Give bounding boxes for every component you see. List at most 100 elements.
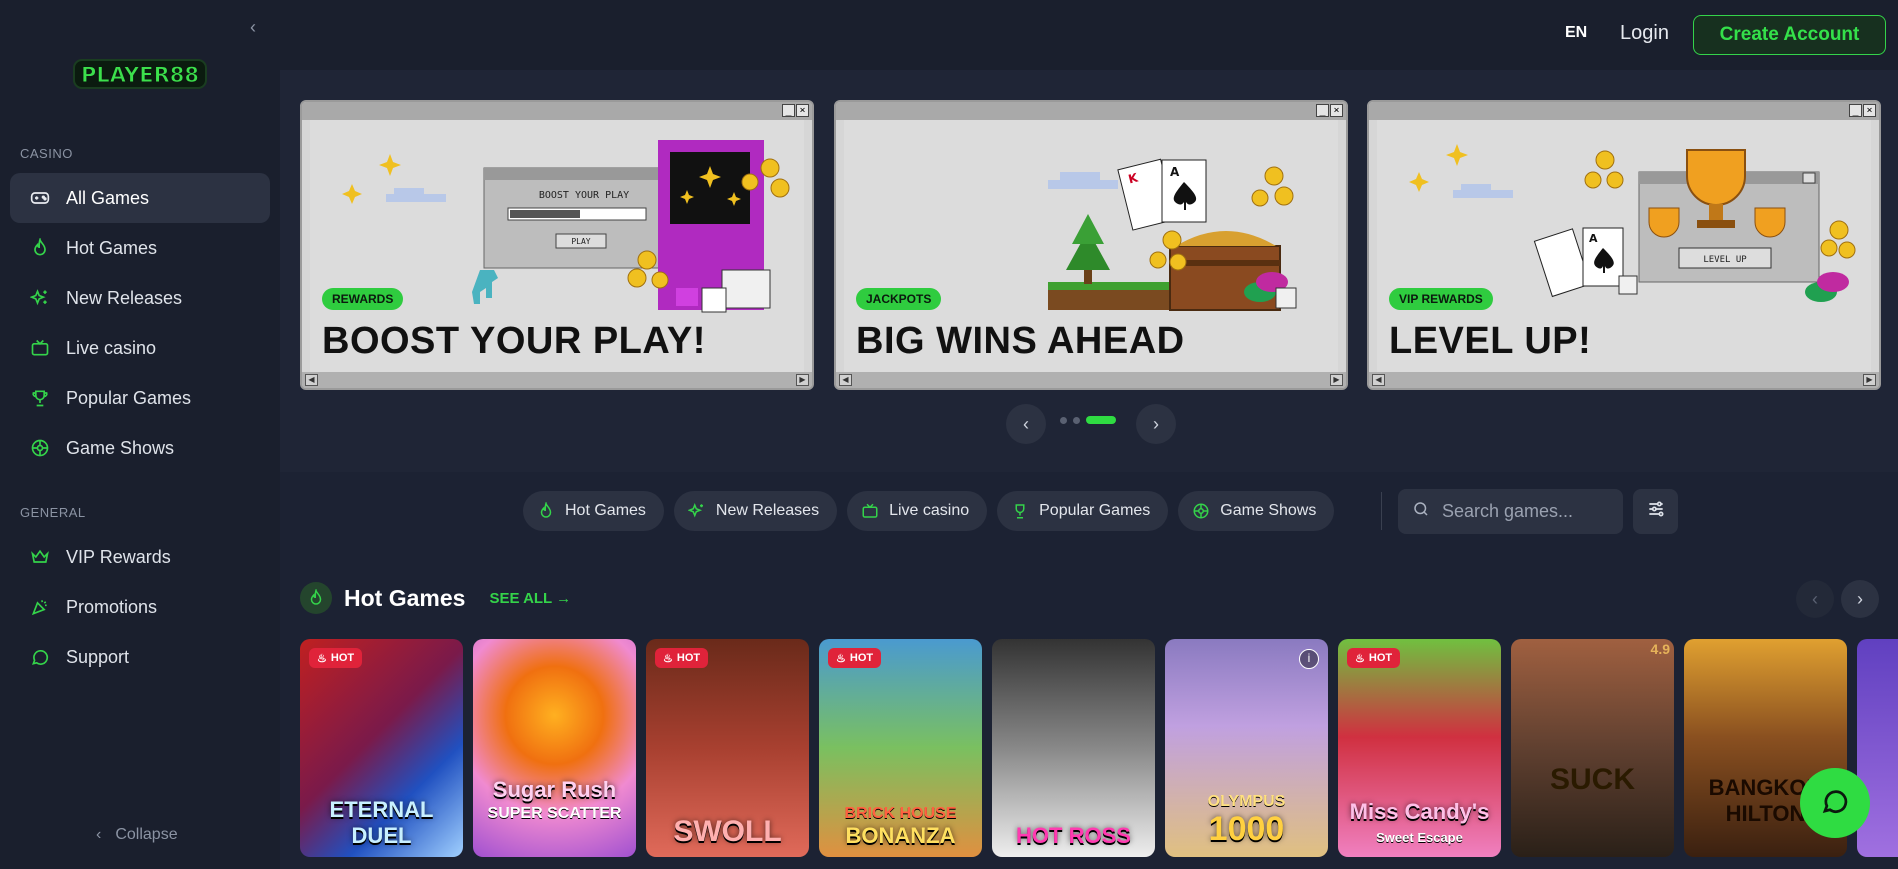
filter-chip-popular-games[interactable]: Popular Games: [997, 491, 1169, 531]
promo-banner-jackpots[interactable]: _ × K A JACKPOTS BIG WINS AHEAD ◀ ▶: [834, 100, 1348, 390]
collapse-label: Collapse: [115, 826, 178, 843]
sidebar-item-hot-games[interactable]: Hot Games: [10, 223, 270, 273]
sidebar-item-promotions[interactable]: Promotions: [10, 582, 270, 632]
tv-icon: [30, 338, 50, 358]
info-icon[interactable]: i: [1299, 649, 1319, 669]
sparkles-icon: [30, 288, 50, 308]
game-thumbnail: [473, 639, 636, 857]
svg-text:A: A: [1589, 232, 1598, 245]
gamepad-icon: [30, 188, 50, 208]
category-filter-bar: Hot Games New Releases Live casino Popul…: [523, 491, 1335, 531]
flame-icon: [300, 582, 332, 614]
game-art-title: BONANZA: [845, 823, 956, 848]
hot-games-header: Hot Games SEE ALL →: [300, 582, 571, 614]
login-button[interactable]: Login: [1620, 22, 1669, 45]
game-thumbnail: [1511, 639, 1674, 857]
game-card-sugar-rush[interactable]: SUPER SCATTER Sugar Rush: [473, 639, 636, 857]
hot-badge: ♨ HOT: [309, 648, 363, 668]
carousel-next-button[interactable]: ›: [1136, 404, 1176, 444]
tv-icon: [861, 502, 879, 520]
game-art-subtitle: Sweet Escape: [1376, 830, 1463, 845]
carousel-indicators: [1060, 416, 1116, 424]
chat-bubble-icon: [1820, 786, 1850, 821]
search-input[interactable]: [1442, 501, 1612, 522]
promo-banner-level-up[interactable]: _ × LEVEL UP A VIP REWARDS LEVEL UP! ◀ ▶: [1367, 100, 1881, 390]
chevron-left-icon: ‹: [96, 826, 102, 843]
filter-chip-new-releases[interactable]: New Releases: [673, 491, 838, 531]
section-label-general: GENERAL: [20, 505, 86, 520]
filter-divider: [1381, 492, 1382, 530]
sidebar-item-support[interactable]: Support: [10, 632, 270, 682]
section-label-casino: CASINO: [20, 146, 73, 161]
search-box[interactable]: [1398, 489, 1623, 534]
sidebar-item-label: All Games: [66, 187, 150, 208]
game-thumbnail: [1857, 639, 1898, 857]
scroll-right-icon: ▶: [1330, 374, 1343, 386]
minimize-icon: _: [1849, 104, 1862, 117]
filter-chip-label: Game Shows: [1220, 502, 1317, 519]
carousel-dot-active[interactable]: [1086, 416, 1116, 424]
chevron-left-icon: ‹: [1023, 413, 1029, 434]
live-chat-button[interactable]: [1800, 768, 1870, 838]
search-icon: [1412, 500, 1430, 523]
game-art-title: HOT ROSS: [1016, 823, 1131, 848]
chevron-right-icon: ›: [1153, 413, 1159, 434]
filter-settings-button[interactable]: [1633, 489, 1678, 534]
game-art-title: SUCK: [1549, 763, 1635, 796]
flame-icon: [30, 238, 50, 258]
game-art-subtitle: OLYMPUS: [1207, 793, 1286, 810]
sidebar-item-all-games[interactable]: All Games: [10, 173, 270, 223]
scroll-right-icon: ▶: [1863, 374, 1876, 386]
game-art-subtitle: SUPER SCATTER: [487, 805, 622, 822]
hot-badge: ♨ HOT: [655, 648, 709, 668]
hot-games-prev-button[interactable]: ‹: [1796, 580, 1834, 618]
promo-banner-boost[interactable]: _ × BOOST YOUR PLAY PLAY REWARDS BOOST Y…: [300, 100, 814, 390]
player88-logo[interactable]: PLAYER88: [72, 56, 208, 92]
game-card-swoll[interactable]: ♨ HOT SWOLL: [646, 639, 809, 857]
game-card-gates-of-olympus-1000[interactable]: i OLYMPUS 1000: [1165, 639, 1328, 857]
see-all-link[interactable]: SEE ALL →: [489, 590, 571, 607]
game-card-hot-ross[interactable]: HOT ROSS: [992, 639, 1155, 857]
chevron-left-icon: ‹: [1812, 588, 1818, 609]
window-titlebar: [836, 102, 1346, 120]
language-selector[interactable]: EN: [1565, 24, 1587, 42]
top-bar: EN Login Create Account: [280, 0, 1898, 70]
banner-level-up-text: LEVEL UP: [1703, 255, 1747, 265]
carousel-prev-button[interactable]: ‹: [1006, 404, 1046, 444]
horizontal-scrollbar: [1369, 372, 1879, 388]
flame-icon: ♨: [317, 652, 327, 665]
game-card-suck[interactable]: 4.9 SUCK: [1511, 639, 1674, 857]
sidebar-item-label: New Releases: [66, 287, 183, 308]
carousel-dot[interactable]: [1060, 416, 1067, 424]
banner-play-text: PLAY: [571, 237, 590, 246]
sidebar-item-live-casino[interactable]: Live casino: [10, 323, 270, 373]
sidebar-item-label: Game Shows: [66, 437, 175, 458]
hot-badge-label: HOT: [1368, 652, 1393, 664]
sidebar-item-game-shows[interactable]: Game Shows: [10, 423, 270, 473]
filter-chip-live-casino[interactable]: Live casino: [847, 491, 988, 531]
hot-badge: ♨ HOT: [828, 648, 882, 668]
horizontal-scrollbar: [302, 372, 812, 388]
game-card-partial[interactable]: [1857, 639, 1898, 857]
banner-tag: JACKPOTS: [856, 288, 942, 310]
game-card-miss-candys[interactable]: ♨ HOT Miss Candy's Sweet Escape: [1338, 639, 1501, 857]
hot-badge: ♨ HOT: [1347, 648, 1401, 668]
carousel-dot[interactable]: [1073, 416, 1080, 424]
game-card-eternal-duel[interactable]: ♨ HOT ETERNAL DUEL: [300, 639, 463, 857]
sidebar-item-new-releases[interactable]: New Releases: [10, 273, 270, 323]
collapse-button[interactable]: ‹ Collapse: [96, 826, 178, 844]
wheel-icon: [30, 438, 50, 458]
hot-games-next-button[interactable]: ›: [1841, 580, 1879, 618]
window-titlebar: [1369, 102, 1879, 120]
sidebar-item-vip-rewards[interactable]: VIP Rewards: [10, 532, 270, 582]
hot-badge-label: HOT: [849, 652, 874, 664]
flame-icon: ♨: [1355, 652, 1365, 665]
create-account-button[interactable]: Create Account: [1693, 15, 1886, 55]
game-card-brick-house-bonanza[interactable]: ♨ HOT BRICK HOUSE BONANZA: [819, 639, 982, 857]
game-art-title: 1000: [1208, 810, 1285, 848]
filter-chip-hot-games[interactable]: Hot Games: [523, 491, 664, 531]
sidebar-collapse-chevron-icon[interactable]: ‹: [242, 16, 264, 38]
filter-chip-game-shows[interactable]: Game Shows: [1178, 491, 1335, 531]
sidebar-item-popular-games[interactable]: Popular Games: [10, 373, 270, 423]
sidebar-item-label: Hot Games: [66, 237, 158, 258]
